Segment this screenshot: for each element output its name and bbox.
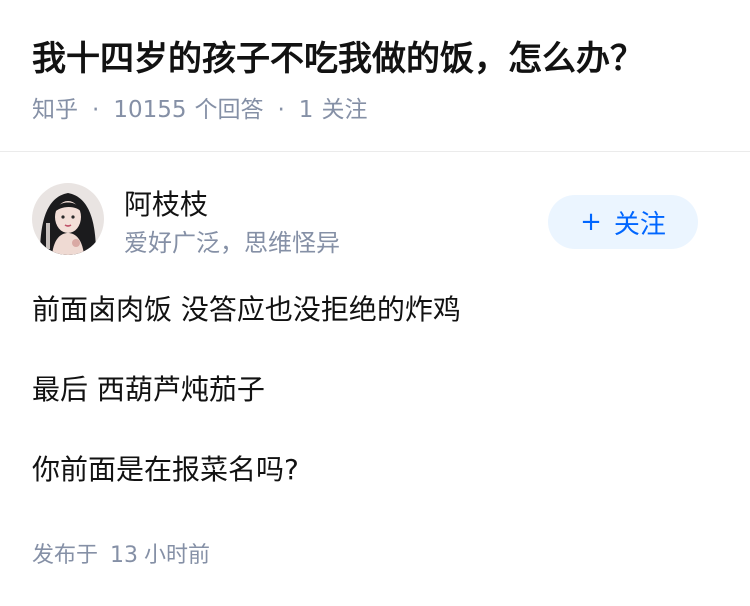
publish-time-unit: 小时前	[144, 543, 211, 568]
source-label[interactable]: 知乎	[32, 94, 78, 126]
follow-button[interactable]: + 关注	[548, 195, 698, 249]
publish-time-prefix: 发布于	[32, 543, 99, 568]
publish-time-value: 13	[110, 543, 139, 568]
plus-icon: +	[580, 207, 602, 237]
follow-count-label[interactable]: 关注	[321, 94, 367, 126]
question-meta: 知乎 · 10155 个回答 · 1 关注	[32, 94, 367, 126]
question-header: 我十四岁的孩子不吃我做的饭，怎么办？ 知乎 · 10155 个回答 · 1 关注	[0, 0, 750, 152]
meta-separator: ·	[92, 97, 100, 123]
answer-paragraph: 最后 西葫芦炖茄子	[32, 373, 265, 406]
answer-author: 阿枝枝 爱好广泛，思维怪异 + 关注	[32, 183, 718, 261]
author-bio: 爱好广泛，思维怪异	[124, 229, 340, 257]
avatar-image	[32, 183, 104, 255]
answer-paragraph: 你前面是在报菜名吗?	[32, 453, 299, 486]
follow-button-label: 关注	[613, 209, 666, 240]
avatar[interactable]	[32, 183, 104, 255]
publish-time: 发布于 13 小时前	[32, 540, 210, 572]
answer-paragraph: 前面卤肉饭 没答应也没拒绝的炸鸡	[32, 293, 461, 326]
answer-count-label[interactable]: 个回答	[194, 94, 263, 126]
author-name[interactable]: 阿枝枝	[124, 187, 208, 223]
follow-count: 1	[298, 97, 314, 123]
question-title[interactable]: 我十四岁的孩子不吃我做的饭，怎么办？	[32, 36, 644, 82]
meta-separator: ·	[277, 97, 285, 123]
answer-count: 10155	[113, 97, 187, 123]
answer-content: 前面卤肉饭 没答应也没拒绝的炸鸡 最后 西葫芦炖茄子 你前面是在报菜名吗?	[32, 288, 718, 528]
